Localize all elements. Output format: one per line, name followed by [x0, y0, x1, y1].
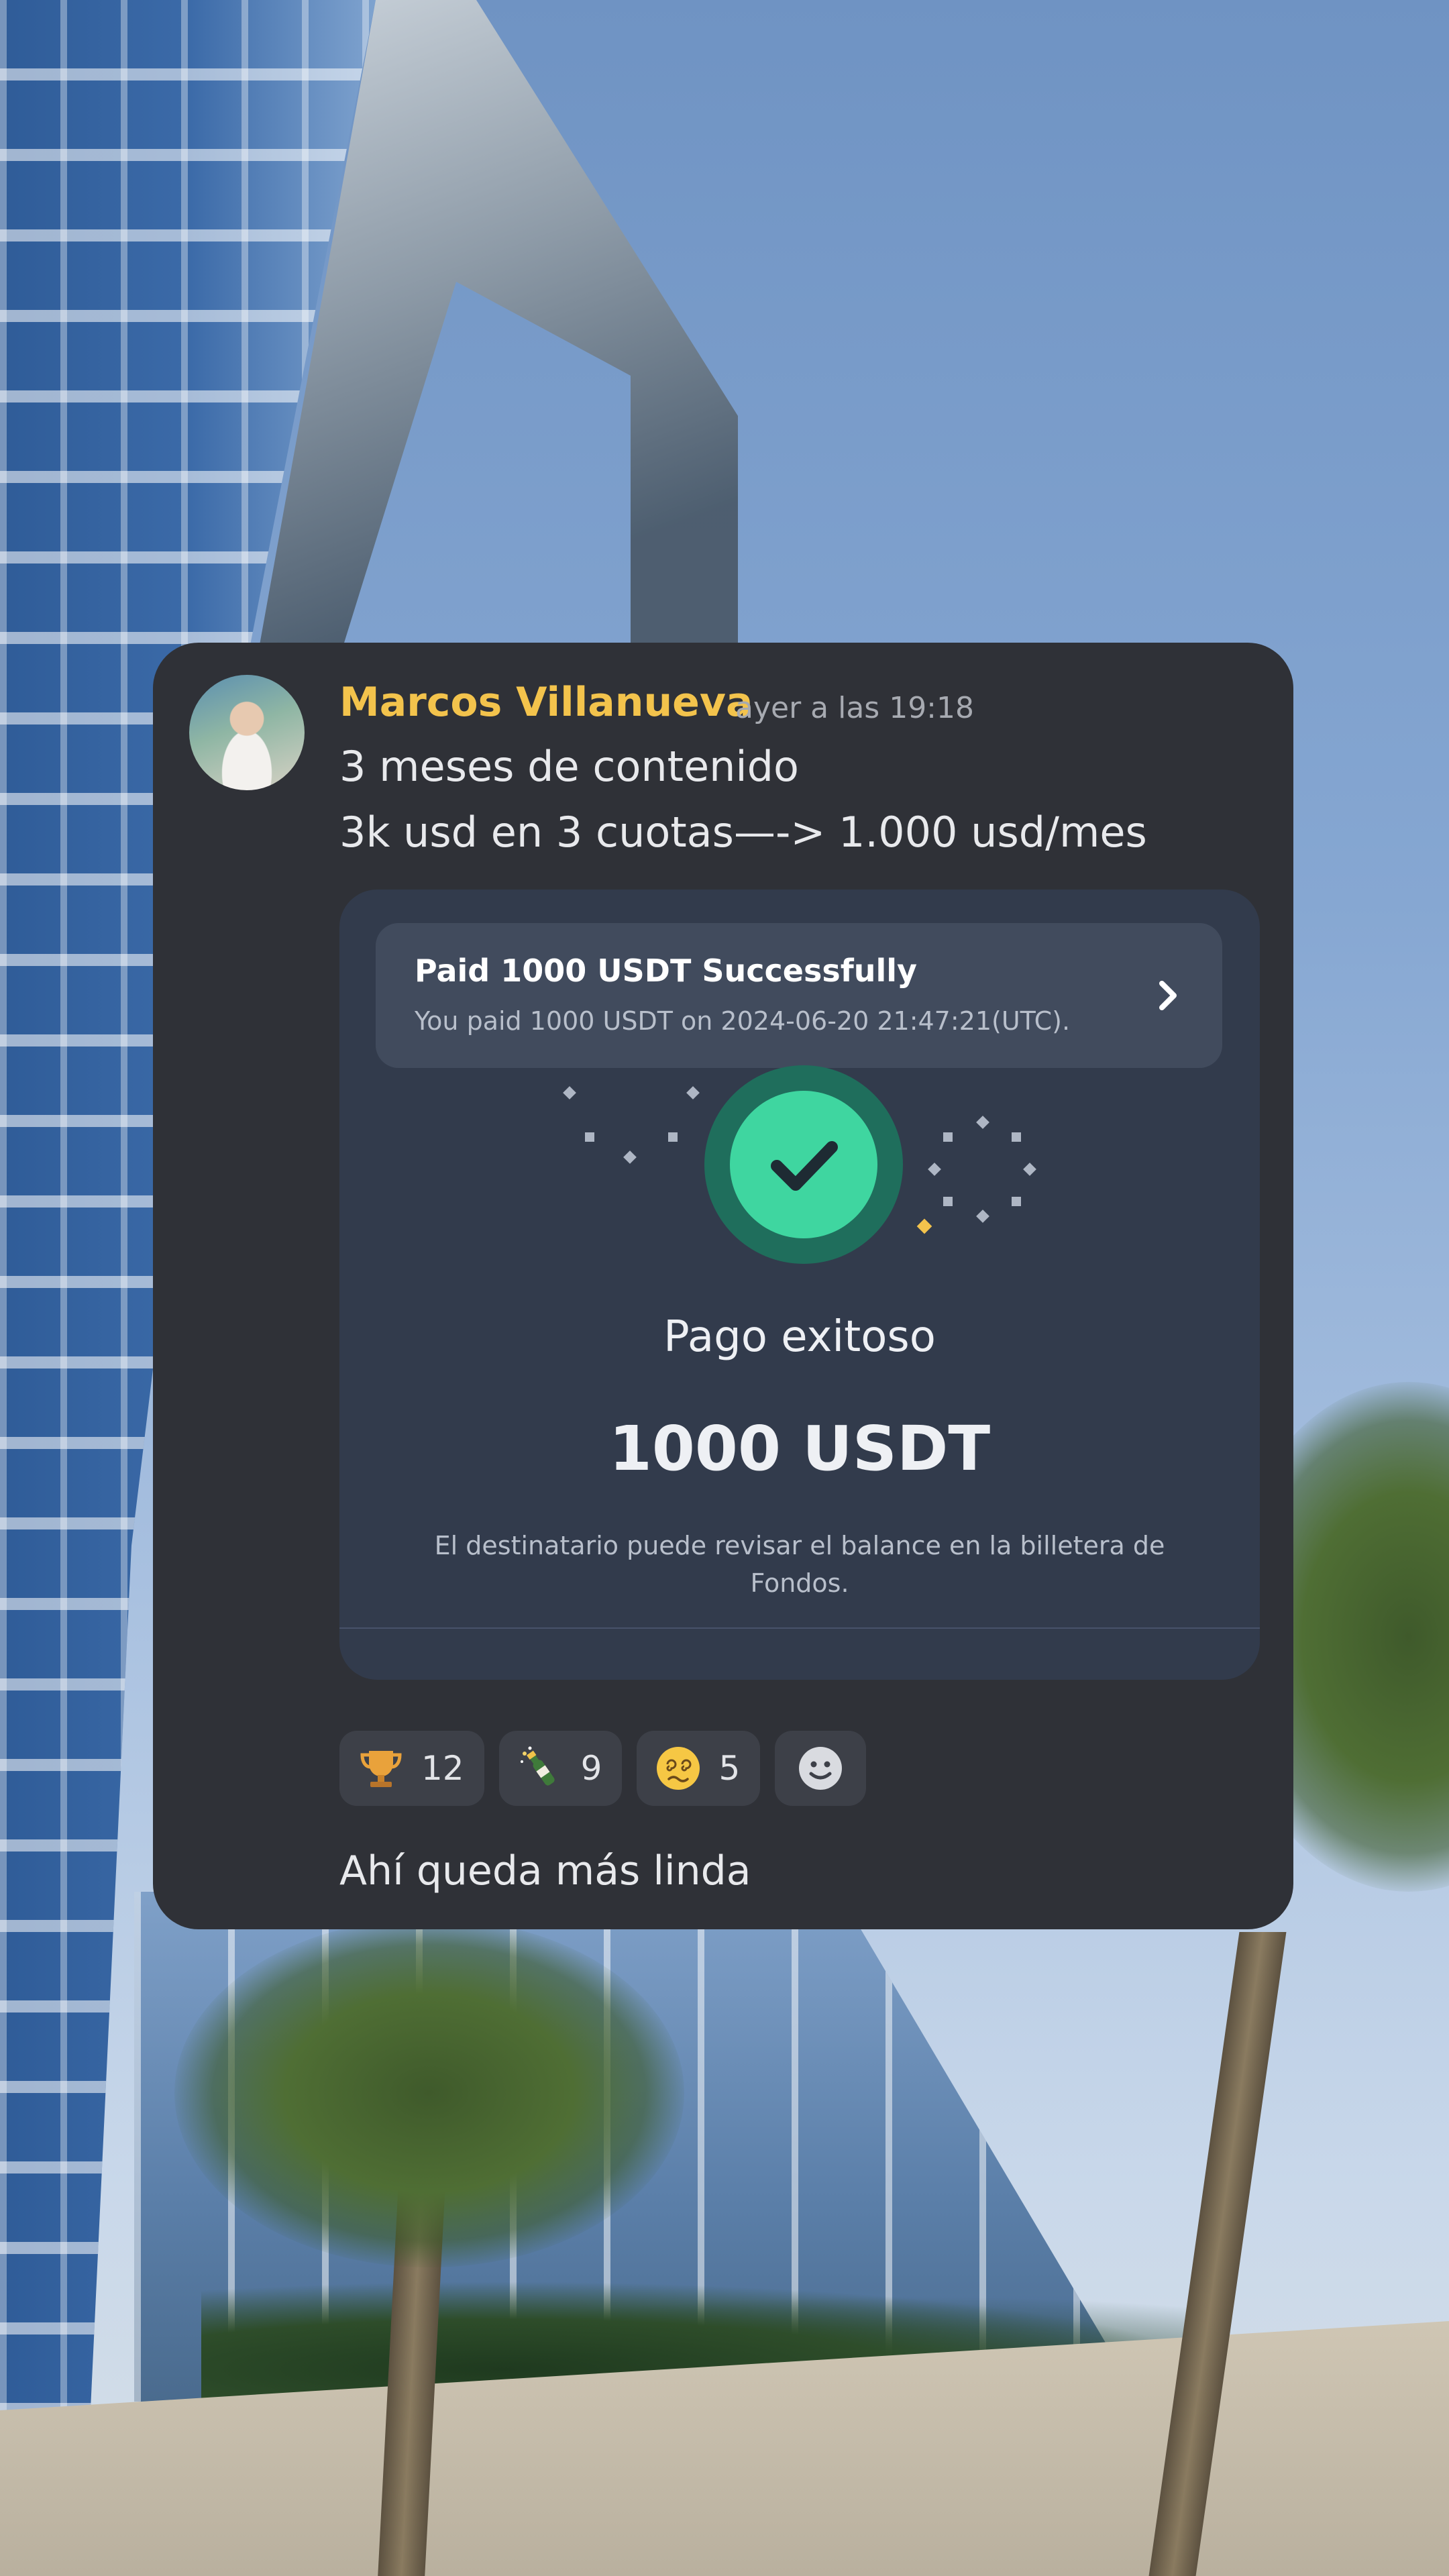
reaction-dizzy-face[interactable]: 5: [637, 1731, 761, 1806]
success-icon: [704, 1065, 903, 1264]
payment-notice-banner[interactable]: Paid 1000 USDT Successfully You paid 100…: [376, 923, 1222, 1068]
add-reaction-button[interactable]: [775, 1731, 867, 1806]
message-username[interactable]: Marcos Villanueva: [339, 679, 753, 726]
reaction-trophy[interactable]: 12: [339, 1731, 484, 1806]
payment-amount: 1000 USDT: [608, 1413, 991, 1485]
message-text-line: 3k usd en 3 cuotas—-> 1.000 usd/mes: [339, 808, 1147, 857]
trophy-icon: [360, 1751, 402, 1787]
user-avatar[interactable]: [189, 675, 305, 790]
add-reaction-smiley-icon: [799, 1747, 843, 1790]
payment-status-label: Pago exitoso: [663, 1312, 936, 1362]
message-card: Marcos Villanueva ayer a las 19:18 3 mes…: [153, 643, 1293, 1929]
reaction-count: 5: [718, 1749, 741, 1788]
notice-title: Paid 1000 USDT Successfully: [415, 953, 917, 989]
message-timestamp: ayer a las 19:18: [735, 691, 974, 725]
dizzy-face-icon: [657, 1747, 700, 1790]
message-text-line: 3 meses de contenido: [339, 742, 799, 791]
chevron-right-icon: [1159, 981, 1177, 1010]
reactions-bar: 12 9 5: [339, 1731, 867, 1806]
payment-receipt-image[interactable]: Paid 1000 USDT Successfully You paid 100…: [339, 890, 1260, 1680]
champagne-icon: [520, 1746, 555, 1786]
payment-note: El destinatario puede revisar el balance…: [434, 1531, 1165, 1598]
palm-fronds: [174, 1919, 684, 2267]
reaction-champagne[interactable]: 9: [498, 1731, 623, 1806]
divider: [339, 1627, 1260, 1629]
checkmark-icon: [771, 1141, 838, 1191]
reply-message-text: Ahí queda más linda: [339, 1847, 751, 1894]
reaction-count: 12: [421, 1749, 464, 1788]
reaction-count: 9: [580, 1749, 602, 1788]
notice-subtitle: You paid 1000 USDT on 2024-06-20 21:47:2…: [415, 1006, 1071, 1036]
